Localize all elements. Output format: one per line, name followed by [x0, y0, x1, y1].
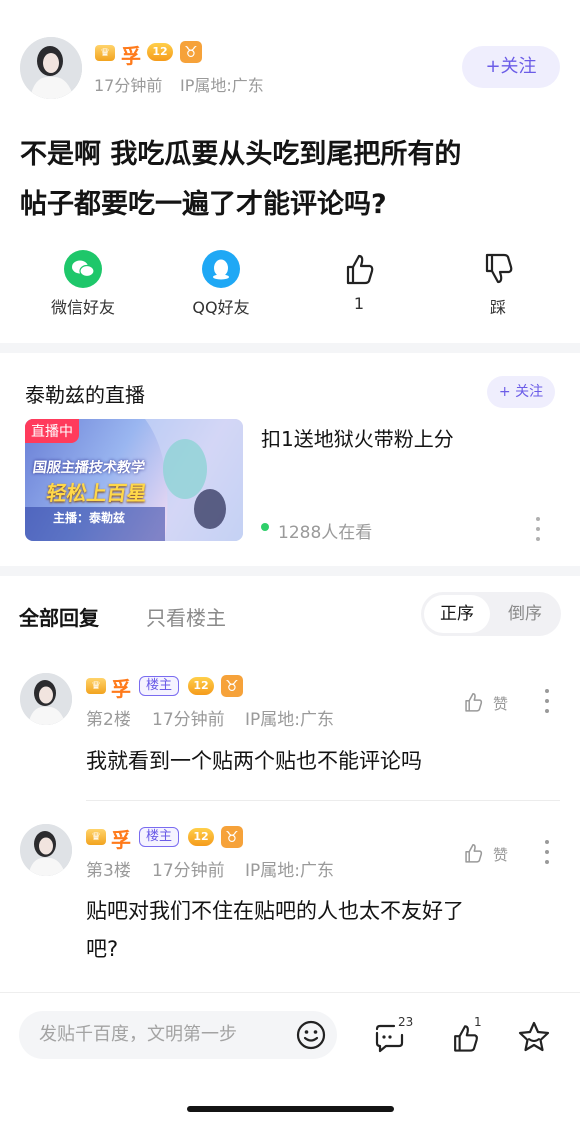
- avatar-image: [20, 673, 72, 725]
- reply-time: 17分钟前: [152, 710, 225, 730]
- reply-like-label: 赞: [493, 695, 509, 713]
- reply-divider: [86, 800, 560, 801]
- comment-count-button[interactable]: 23: [372, 1015, 420, 1055]
- author-avatar[interactable]: [20, 37, 82, 99]
- bottom-like-button[interactable]: 1: [448, 1015, 488, 1055]
- wechat-icon: [64, 250, 102, 288]
- emoji-icon[interactable]: [295, 1019, 327, 1051]
- sort-desc-button[interactable]: 倒序: [492, 595, 558, 633]
- thumbs-down-icon: [485, 253, 513, 284]
- level-badge: 12: [188, 677, 214, 695]
- reply-author-name[interactable]: 孚: [111, 824, 131, 853]
- live-status-dot: [261, 523, 269, 531]
- tab-all-replies[interactable]: 全部回复: [19, 602, 99, 631]
- reply-more-icon[interactable]: [542, 839, 552, 865]
- live-section-title: 泰勒兹的直播: [25, 383, 145, 407]
- reply-like-label: 赞: [493, 846, 509, 864]
- like-count: 1: [353, 294, 365, 313]
- like-button[interactable]: 1: [318, 250, 400, 320]
- post-time: 17分钟前: [94, 76, 163, 95]
- zodiac-icon: ♉: [221, 826, 243, 848]
- avatar-image: [20, 824, 72, 876]
- live-follow-label: + 关注: [498, 384, 544, 400]
- live-badge: 直播中: [25, 419, 79, 443]
- live-viewers: 1288人在看: [278, 523, 373, 543]
- sort-asc-button[interactable]: 正序: [424, 595, 490, 633]
- op-tag: 楼主: [139, 827, 180, 847]
- section-divider: [0, 343, 580, 353]
- dislike-button[interactable]: 踩: [457, 250, 539, 320]
- follow-button-label: +关注: [485, 56, 537, 77]
- comment-input-wrapper: [19, 1011, 337, 1059]
- op-tag: 楼主: [139, 676, 180, 696]
- section-divider-2: [0, 566, 580, 576]
- reply-text: 我就看到一个贴两个贴也不能评论吗: [86, 749, 422, 773]
- thumbs-up-icon: [346, 254, 374, 285]
- qq-icon: [202, 250, 240, 288]
- sort-toggle: 正序 倒序: [421, 592, 561, 636]
- reply-time: 17分钟前: [152, 861, 225, 881]
- dislike-label: 踩: [489, 298, 506, 317]
- vip-crown-icon: ♛: [95, 45, 115, 61]
- share-qq-button[interactable]: QQ好友: [180, 250, 262, 320]
- reply-ip: IP属地:广东: [245, 710, 334, 730]
- reply-more-icon[interactable]: [542, 688, 552, 714]
- reply-floor: 第3楼: [86, 861, 131, 881]
- level-badge: 12: [147, 43, 173, 61]
- thumbs-up-icon: [465, 844, 483, 863]
- reply-author-name[interactable]: 孚: [111, 673, 131, 702]
- home-indicator: [187, 1106, 394, 1112]
- live-title[interactable]: 扣1送地狱火带粉上分: [261, 423, 454, 452]
- reply-text-line-1: 贴吧对我们不住在贴吧的人也太不友好了: [86, 899, 464, 923]
- live-follow-button[interactable]: + 关注: [487, 376, 555, 408]
- reply-floor: 第2楼: [86, 710, 131, 730]
- star-favorite-icon[interactable]: [516, 1019, 552, 1055]
- follow-button[interactable]: +关注: [462, 46, 560, 88]
- reply-like-button[interactable]: 赞: [461, 688, 513, 716]
- vip-crown-icon: ♛: [86, 829, 106, 845]
- zodiac-icon: ♉: [221, 675, 243, 697]
- thumb-line-1: 国服主播技术教学: [31, 460, 146, 476]
- level-badge: 12: [188, 828, 214, 846]
- live-thumbnail[interactable]: 直播中 国服主播技术教学 轻松上百星 主播：泰勒兹: [25, 419, 243, 541]
- comment-input[interactable]: [39, 1024, 289, 1045]
- live-more-icon[interactable]: [533, 516, 543, 542]
- thumb-host: 主播：泰勒兹: [53, 511, 126, 525]
- reply-avatar[interactable]: [20, 824, 72, 876]
- avatar-image: [20, 37, 82, 99]
- share-wechat-button[interactable]: 微信好友: [42, 250, 124, 320]
- bottom-like-count: 1: [474, 1015, 482, 1029]
- thumbs-up-icon: [465, 693, 483, 712]
- post-title-line-1: 不是啊 我吃瓜要从头吃到尾把所有的: [20, 139, 462, 170]
- share-qq-label: QQ好友: [192, 298, 250, 317]
- thumb-line-2: 轻松上百星: [45, 481, 149, 505]
- bottom-bar: 23 1: [0, 992, 580, 1126]
- post-title-line-2: 帖子都要吃一遍了才能评论吗?: [20, 189, 387, 220]
- reply-text-line-2: 吧?: [86, 937, 119, 961]
- vip-crown-icon: ♛: [86, 678, 106, 694]
- reply-avatar[interactable]: [20, 673, 72, 725]
- share-wechat-label: 微信好友: [50, 298, 115, 317]
- author-name[interactable]: 孚: [121, 40, 141, 69]
- reply-ip: IP属地:广东: [245, 861, 334, 881]
- tab-op-only[interactable]: 只看楼主: [146, 602, 226, 631]
- post-ip: IP属地:广东: [180, 76, 264, 95]
- comment-count: 23: [398, 1015, 414, 1029]
- zodiac-icon: ♉: [180, 41, 202, 63]
- reply-like-button[interactable]: 赞: [461, 839, 513, 867]
